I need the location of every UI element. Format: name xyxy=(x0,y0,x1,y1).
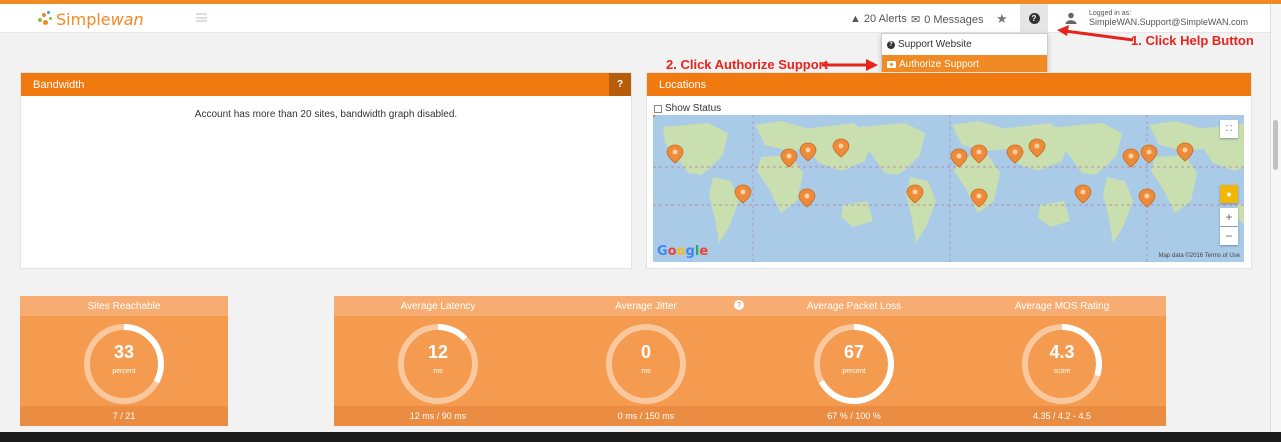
metric-footer: 7 / 21 xyxy=(20,406,228,426)
page-scrollbar[interactable] xyxy=(1270,4,1281,432)
map-credit[interactable]: Map data ©2016 Terms of Use xyxy=(1159,253,1240,259)
app-window: Simplewan ▲ 20 Alerts ✉ 0 Messages ★ ? L… xyxy=(0,0,1270,432)
metric-title: Average MOS Rating xyxy=(958,296,1166,316)
annotation-arrow-1 xyxy=(1057,25,1134,42)
metric-card-average-latency: Average Latency 12 ms 12 ms / 90 ms xyxy=(334,296,542,426)
locations-map[interactable]: Google Map data ©2016 Terms of Use ⛶ ● +… xyxy=(653,115,1244,262)
metric-footer: 12 ms / 90 ms xyxy=(334,406,542,426)
messages-label: 0 Messages xyxy=(924,13,984,26)
metric-card-sites-reachable: Sites Reachable 33 percent 7 / 21 xyxy=(20,296,228,426)
metric-body: 12 ms xyxy=(334,316,542,406)
google-logo: Google xyxy=(657,244,709,259)
metric-value: 12 xyxy=(427,342,449,362)
metric-gauge xyxy=(1022,324,1102,404)
warning-icon: ▲ xyxy=(850,13,861,25)
metric-title: Average Packet Loss xyxy=(750,296,958,316)
bandwidth-help-button[interactable]: ? xyxy=(609,73,631,96)
help-button[interactable]: ? xyxy=(1020,4,1048,33)
metric-body: 4.3 score xyxy=(958,316,1166,406)
camera-icon xyxy=(887,61,896,68)
metric-card-average-jitter: Average Jitter ? 0 ms 0 ms / 150 ms xyxy=(542,296,750,426)
menu-item-label: Support Website xyxy=(898,39,972,50)
metric-unit: ms xyxy=(433,368,443,375)
metric-title: Average Latency xyxy=(334,296,542,316)
annotation-arrow-2 xyxy=(822,59,878,71)
alerts-label: 20 Alerts xyxy=(863,13,907,25)
metric-unit: ms xyxy=(641,368,651,375)
metric-card-average-mos-rating: Average MOS Rating 4.3 score 4.35 / 4.2 … xyxy=(958,296,1166,426)
show-status-checkbox[interactable] xyxy=(654,104,662,113)
simplewan-logo[interactable]: Simplewan xyxy=(36,9,144,29)
star-icon[interactable]: ★ xyxy=(996,11,1008,27)
help-dropdown-menu: ? Support Website Authorize Support xyxy=(881,33,1048,74)
envelope-icon: ✉ xyxy=(911,14,921,26)
metric-gauge xyxy=(814,324,894,404)
metric-footer: 0 ms / 150 ms xyxy=(542,406,750,426)
metric-value: 4.3 xyxy=(1049,342,1075,362)
metric-body: 67 percent xyxy=(750,316,958,406)
metric-footer: 4.35 / 4.2 - 4.5 xyxy=(958,406,1166,426)
metric-footer: 67 % / 100 % xyxy=(750,406,958,426)
question-circle-icon: ? xyxy=(1028,13,1040,24)
messages-link[interactable]: ✉ 0 Messages xyxy=(911,13,984,27)
metric-card-average-packet-loss: Average Packet Loss 67 percent 67 % / 10… xyxy=(750,296,958,426)
jitter-help-icon[interactable]: ? xyxy=(734,300,744,310)
page-scrollbar-thumb[interactable] xyxy=(1273,120,1278,170)
logo-text: Simplewan xyxy=(56,9,144,29)
annotation-step-1: 1. Click Help Button xyxy=(1131,33,1254,48)
metric-unit: percent xyxy=(112,368,136,375)
metric-value: 33 xyxy=(113,342,135,362)
metric-value: 0 xyxy=(640,342,651,362)
metric-gauge xyxy=(398,324,478,404)
zoom-out-button[interactable]: − xyxy=(1220,227,1238,245)
metric-unit: percent xyxy=(842,368,866,375)
metric-body: 0 ms xyxy=(542,316,750,406)
question-circle-icon: ? xyxy=(887,40,895,49)
metric-title: Average Jitter xyxy=(542,296,750,316)
locations-panel: Locations Show Status Google Map data ©2… xyxy=(646,72,1252,269)
menu-item-support-website[interactable]: ? Support Website xyxy=(882,35,1047,54)
fullscreen-icon[interactable]: ⛶ xyxy=(1220,120,1238,138)
user-icon xyxy=(1065,12,1077,24)
locations-title: Locations xyxy=(647,73,1251,96)
metric-gauge xyxy=(606,324,686,404)
metric-title: Sites Reachable xyxy=(20,296,228,316)
alerts-link[interactable]: ▲ 20 Alerts xyxy=(850,13,907,25)
menu-toggle-icon[interactable] xyxy=(196,13,207,22)
annotation-step-2: 2. Click Authorize Support xyxy=(666,57,829,72)
zoom-in-button[interactable]: + xyxy=(1220,208,1238,226)
show-status-toggle[interactable]: Show Status xyxy=(654,103,721,114)
pegman-icon[interactable]: ● xyxy=(1220,185,1238,203)
metric-body: 33 percent xyxy=(20,316,228,406)
world-map-graphic xyxy=(653,115,1244,262)
show-status-label: Show Status xyxy=(665,103,722,114)
top-accent-bar xyxy=(0,0,1281,4)
metric-gauge xyxy=(84,324,164,404)
bandwidth-message: Account has more than 20 sites, bandwidt… xyxy=(194,109,458,120)
bandwidth-panel: Bandwidth ? Account has more than 20 sit… xyxy=(20,72,632,269)
metric-value: 67 xyxy=(843,342,865,362)
logo-dots-icon xyxy=(36,11,54,27)
metric-unit: score xyxy=(1053,368,1071,375)
menu-item-label: Authorize Support xyxy=(899,59,980,70)
bandwidth-title: Bandwidth xyxy=(21,73,631,96)
